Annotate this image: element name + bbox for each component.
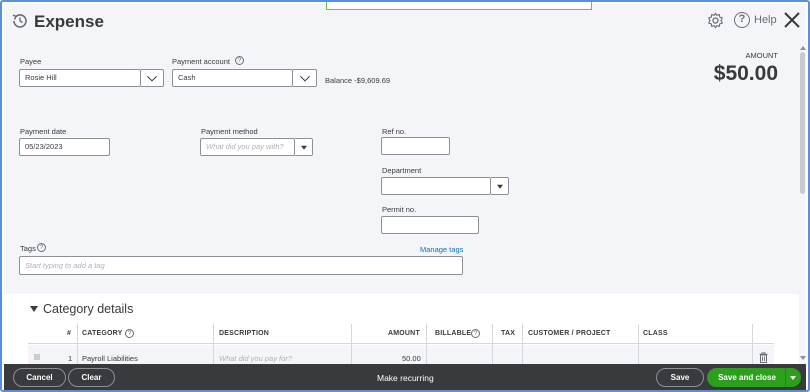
column-divider bbox=[426, 324, 427, 366]
split-divider bbox=[785, 368, 786, 387]
col-header-billable: BILLABLE bbox=[435, 330, 472, 337]
balance-text: Balance -$9,609.69 bbox=[325, 76, 391, 85]
row-category[interactable]: Payroll Liabilities bbox=[82, 354, 138, 363]
chevron-down-icon bbox=[299, 71, 310, 82]
manage-tags-link[interactable]: Manage tags bbox=[420, 245, 463, 254]
info-icon[interactable]: ? bbox=[37, 243, 46, 252]
payment-method-field[interactable]: What did you pay with? bbox=[200, 138, 295, 156]
payment-date-field[interactable]: 05/23/2023 bbox=[19, 138, 110, 156]
col-header-amount: AMOUNT bbox=[388, 330, 420, 337]
help-link[interactable]: Help bbox=[754, 14, 777, 26]
row-amount[interactable]: 50.00 bbox=[402, 354, 421, 363]
column-divider bbox=[351, 324, 352, 366]
table-row[interactable] bbox=[28, 345, 774, 366]
caret-down-icon bbox=[496, 184, 503, 189]
scrollbar-thumb[interactable] bbox=[800, 52, 805, 194]
col-header-category: CATEGORY bbox=[82, 330, 123, 337]
col-header-customer-project: CUSTOMER / PROJECT bbox=[528, 330, 611, 337]
chevron-down-icon bbox=[147, 71, 157, 82]
expense-window: Expense ? Help Payee Rosie Hill Payment … bbox=[0, 0, 810, 392]
col-header-tax: TAX bbox=[501, 330, 516, 337]
info-icon[interactable]: ? bbox=[125, 329, 134, 338]
cancel-button[interactable]: Cancel bbox=[13, 368, 66, 387]
column-divider bbox=[638, 324, 639, 366]
department-label: Department bbox=[382, 166, 422, 175]
clear-button[interactable]: Clear bbox=[68, 368, 115, 387]
drag-handle-icon[interactable] bbox=[34, 354, 40, 360]
gear-icon[interactable] bbox=[707, 12, 724, 29]
column-divider bbox=[492, 324, 493, 366]
scroll-down-icon[interactable] bbox=[800, 356, 806, 360]
page-title: Expense bbox=[34, 12, 104, 31]
payment-method-label: Payment method bbox=[201, 127, 258, 136]
permit-no-field[interactable] bbox=[381, 216, 479, 234]
column-divider bbox=[522, 324, 523, 366]
col-header-description: DESCRIPTION bbox=[219, 330, 270, 337]
amount-label: AMOUNT bbox=[745, 51, 779, 60]
permit-no-label: Permit no. bbox=[382, 205, 417, 214]
payment-date-label: Payment date bbox=[20, 127, 67, 136]
category-details-title[interactable]: Category details bbox=[43, 302, 133, 316]
department-field[interactable] bbox=[381, 177, 491, 195]
save-and-close-button[interactable]: Save and close bbox=[707, 368, 801, 387]
payee-field[interactable]: Rosie Hill bbox=[19, 69, 141, 87]
footer-bar: Cancel Clear Make recurring Save Save an… bbox=[4, 364, 806, 390]
payment-account-dropdown[interactable] bbox=[293, 69, 317, 87]
column-divider bbox=[77, 324, 78, 366]
recent-history-icon[interactable] bbox=[10, 11, 30, 31]
close-icon[interactable] bbox=[783, 11, 801, 29]
col-header-num: # bbox=[67, 330, 72, 337]
caret-down-icon bbox=[300, 145, 307, 150]
column-divider bbox=[213, 324, 214, 366]
trash-icon[interactable] bbox=[759, 352, 768, 363]
top-banner-strip bbox=[326, 2, 592, 10]
save-button[interactable]: Save bbox=[656, 368, 704, 387]
col-header-class: CLASS bbox=[643, 330, 668, 337]
payment-method-dropdown[interactable] bbox=[295, 138, 313, 156]
collapse-triangle-icon[interactable] bbox=[30, 306, 38, 312]
amount-total: $50.00 bbox=[713, 62, 778, 85]
caret-down-icon[interactable] bbox=[790, 376, 796, 380]
help-icon[interactable]: ? bbox=[734, 12, 750, 28]
tags-label: Tags bbox=[20, 244, 36, 253]
scroll-up-icon[interactable] bbox=[800, 46, 806, 50]
info-icon[interactable]: ? bbox=[235, 56, 244, 65]
payment-account-label: Payment account bbox=[172, 57, 230, 66]
payee-dropdown[interactable] bbox=[141, 69, 164, 87]
column-divider bbox=[752, 324, 753, 366]
ref-no-field[interactable] bbox=[381, 137, 450, 155]
make-recurring-button[interactable]: Make recurring bbox=[377, 373, 434, 383]
department-dropdown[interactable] bbox=[491, 177, 509, 195]
info-icon[interactable]: ? bbox=[471, 329, 480, 338]
row-description[interactable]: What did you pay for? bbox=[219, 354, 292, 363]
ref-no-label: Ref no. bbox=[382, 127, 407, 136]
row-number: 1 bbox=[68, 354, 73, 363]
tags-input[interactable]: Start typing to add a tag bbox=[19, 256, 463, 275]
payment-account-field[interactable]: Cash bbox=[172, 69, 293, 87]
payee-label: Payee bbox=[20, 57, 42, 66]
